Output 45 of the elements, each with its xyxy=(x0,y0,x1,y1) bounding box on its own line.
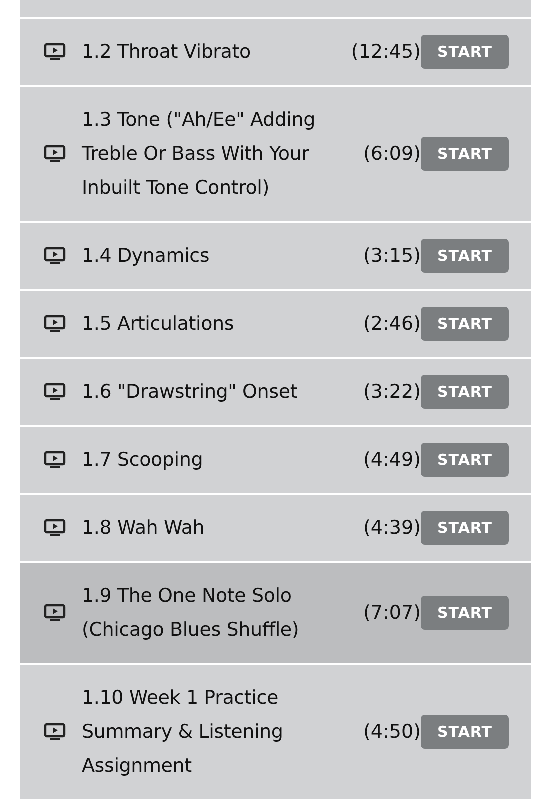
lesson-row[interactable]: 1.10 Week 1 Practice Summary & Listening Assignment (4:50) START xyxy=(20,665,531,799)
lesson-duration: (4:49) xyxy=(362,448,421,473)
video-icon xyxy=(44,604,66,622)
lesson-row[interactable]: 1.2 Throat Vibrato (12:45) START xyxy=(20,19,531,85)
lesson-row[interactable]: 1.3 Tone ("Ah/Ee" Adding Treble Or Bass With Your Inbuilt Tone Control) (6:09) START xyxy=(20,87,531,221)
start-button[interactable]: START xyxy=(421,375,509,409)
lesson-duration: (3:22) xyxy=(362,380,421,405)
lesson-title: 1.8 Wah Wah xyxy=(82,516,205,541)
lesson-duration: (2:46) xyxy=(362,312,421,337)
lesson-row[interactable]: 1.7 Scooping (4:49) START xyxy=(20,427,531,493)
video-icon xyxy=(44,247,66,265)
video-icon xyxy=(44,43,66,61)
video-icon xyxy=(44,451,66,469)
start-button[interactable]: START xyxy=(421,715,509,749)
video-icon xyxy=(44,723,66,741)
lesson-row[interactable]: 1.4 Dynamics (3:15) START xyxy=(20,223,531,289)
video-icon xyxy=(44,315,66,333)
video-icon xyxy=(44,519,66,537)
start-button[interactable]: START xyxy=(421,596,509,630)
lesson-title: 1.2 Throat Vibrato xyxy=(82,40,251,65)
lesson-duration: (3:15) xyxy=(362,244,421,269)
lesson-duration: (4:50) xyxy=(362,720,421,745)
start-button[interactable]: START xyxy=(421,511,509,545)
lesson-row[interactable]: 1.9 The One Note Solo (Chicago Blues Shuffle) (7:07) START xyxy=(20,563,531,663)
lesson-title: 1.3 Tone ("Ah/Ee" Adding Treble Or Bass With Your Inbuilt Tone Control) xyxy=(82,108,316,201)
lesson-title: 1.10 Week 1 Practice Summary & Listening Assignment xyxy=(82,686,284,779)
lesson-duration: (6:09) xyxy=(362,142,421,167)
start-button[interactable]: START xyxy=(421,137,509,171)
video-icon xyxy=(44,145,66,163)
lesson-title: 1.6 "Drawstring" Onset xyxy=(82,380,298,405)
lesson-row[interactable]: 1.5 Articulations (2:46) START xyxy=(20,291,531,357)
lesson-title: 1.7 Scooping xyxy=(82,448,204,473)
start-button[interactable]: START xyxy=(421,239,509,273)
lesson-duration: (4:39) xyxy=(362,516,421,541)
lesson-row[interactable]: 1.6 "Drawstring" Onset (3:22) START xyxy=(20,359,531,425)
lesson-title: 1.9 The One Note Solo (Chicago Blues Shuffle) xyxy=(82,584,300,643)
video-icon xyxy=(44,383,66,401)
start-button[interactable]: START xyxy=(421,443,509,477)
start-button[interactable]: START xyxy=(421,35,509,69)
lesson-title: 1.5 Articulations xyxy=(82,312,234,337)
lesson-title: 1.4 Dynamics xyxy=(82,244,210,269)
lesson-duration: (7:07) xyxy=(362,601,421,626)
lesson-row[interactable]: 1.8 Wah Wah (4:39) START xyxy=(20,495,531,561)
start-button[interactable]: START xyxy=(421,307,509,341)
lesson-duration: (12:45) xyxy=(350,40,421,65)
